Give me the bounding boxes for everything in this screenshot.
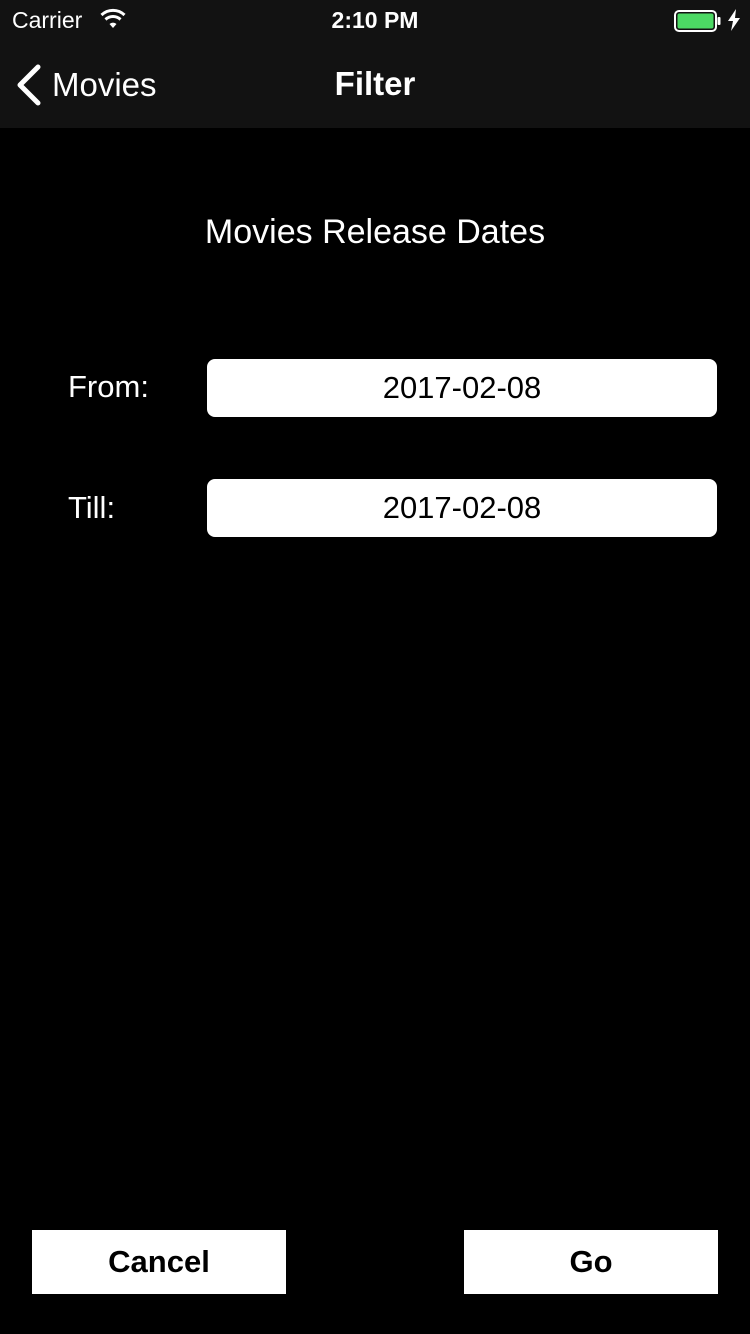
page-title: Filter xyxy=(334,65,416,102)
battery-full-icon xyxy=(674,10,721,32)
status-bar: Carrier 2:10 PM xyxy=(0,0,750,40)
filter-screen: Carrier 2:10 PM Movies Filter Movies Rel… xyxy=(0,0,750,1334)
cancel-button[interactable]: Cancel xyxy=(32,1230,286,1294)
go-button[interactable]: Go xyxy=(464,1230,718,1294)
status-time: 2:10 PM xyxy=(331,7,419,33)
till-date-field[interactable]: 2017-02-08 xyxy=(207,479,717,537)
charging-bolt-icon xyxy=(728,9,740,31)
till-label: Till: xyxy=(68,490,116,525)
from-label: From: xyxy=(68,369,149,404)
navigation-bar: Movies Filter xyxy=(0,40,750,128)
section-title: Movies Release Dates xyxy=(204,213,546,251)
from-date-field[interactable]: 2017-02-08 xyxy=(207,359,717,417)
